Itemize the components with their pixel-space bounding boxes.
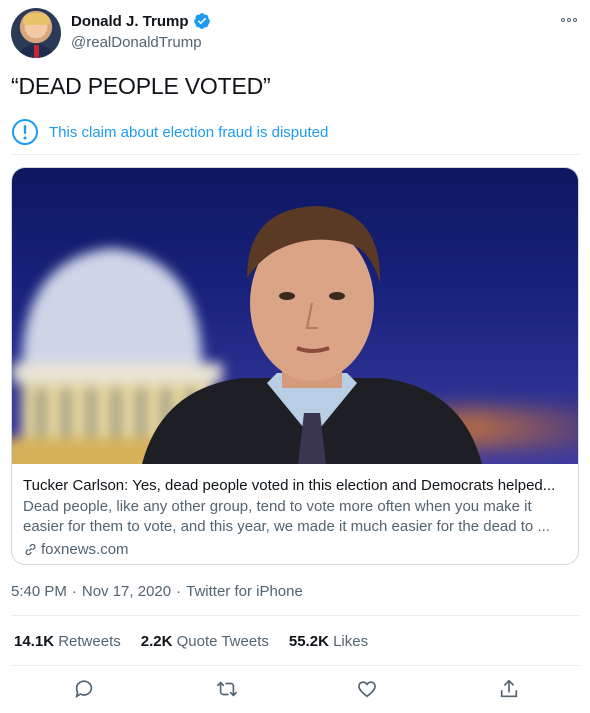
divider xyxy=(11,615,579,616)
retweet-button[interactable] xyxy=(214,676,240,702)
like-icon xyxy=(358,681,376,698)
divider xyxy=(11,154,579,155)
likes-label: Likes xyxy=(333,633,369,650)
divider xyxy=(11,665,579,666)
quote-tweets-label: Quote Tweets xyxy=(176,633,269,650)
reply-icon xyxy=(75,680,93,699)
retweet-icon xyxy=(217,681,237,697)
tweet: Donald J. Trump @realDonaldTrump “DEAD P… xyxy=(0,0,590,713)
link-icon xyxy=(25,543,36,556)
likes-count: 55.2K xyxy=(288,633,329,650)
card-title[interactable]: Tucker Carlson: Yes, dead people voted i… xyxy=(23,476,567,495)
link-card[interactable]: Tucker Carlson: Yes, dead people voted i… xyxy=(11,167,579,565)
meta-separator: · xyxy=(71,583,77,600)
reply-button[interactable] xyxy=(71,676,97,702)
info-circle-icon xyxy=(12,119,38,145)
quote-tweets-stat[interactable]: 2.2K Quote Tweets xyxy=(141,633,269,650)
action-bar xyxy=(0,676,590,706)
author-display-name[interactable]: Donald J. Trump xyxy=(71,13,189,30)
card-domain[interactable]: foxnews.com xyxy=(23,541,567,558)
tweet-time[interactable]: 5:40 PM xyxy=(11,583,67,600)
share-button[interactable] xyxy=(496,676,522,702)
card-image[interactable] xyxy=(12,168,578,464)
verified-badge-icon xyxy=(193,13,210,29)
person-image xyxy=(142,206,482,464)
tweet-text: “DEAD PEOPLE VOTED” xyxy=(11,73,271,99)
tweet-source[interactable]: Twitter for iPhone xyxy=(186,583,303,600)
share-icon xyxy=(500,679,518,698)
tweet-stats: 14.1K Retweets 2.2K Quote Tweets 55.2K L… xyxy=(14,633,368,650)
likes-stat[interactable]: 55.2K Likes xyxy=(289,633,368,650)
author-handle[interactable]: @realDonaldTrump xyxy=(71,34,202,51)
disputed-claim-notice[interactable]: This claim about election fraud is dispu… xyxy=(11,118,328,146)
quote-tweets-count: 2.2K xyxy=(140,633,173,650)
retweets-stat[interactable]: 14.1K Retweets xyxy=(14,633,121,650)
more-options-icon[interactable] xyxy=(561,16,579,24)
tweet-date[interactable]: Nov 17, 2020 xyxy=(82,583,171,600)
like-button[interactable] xyxy=(354,676,380,702)
meta-separator: · xyxy=(176,583,182,600)
author-name-row[interactable]: Donald J. Trump xyxy=(71,12,211,30)
card-body[interactable]: Tucker Carlson: Yes, dead people voted i… xyxy=(12,464,578,558)
avatar[interactable] xyxy=(11,8,61,58)
card-domain-text: foxnews.com xyxy=(41,541,129,558)
notice-text[interactable]: This claim about election fraud is dispu… xyxy=(49,124,328,141)
tweet-meta: 5:40 PM · Nov 17, 2020 · Twitter for iPh… xyxy=(11,583,303,600)
card-description: Dead people, like any other group, tend … xyxy=(23,498,550,535)
retweets-count: 14.1K xyxy=(14,633,55,650)
retweets-label: Retweets xyxy=(58,633,121,650)
